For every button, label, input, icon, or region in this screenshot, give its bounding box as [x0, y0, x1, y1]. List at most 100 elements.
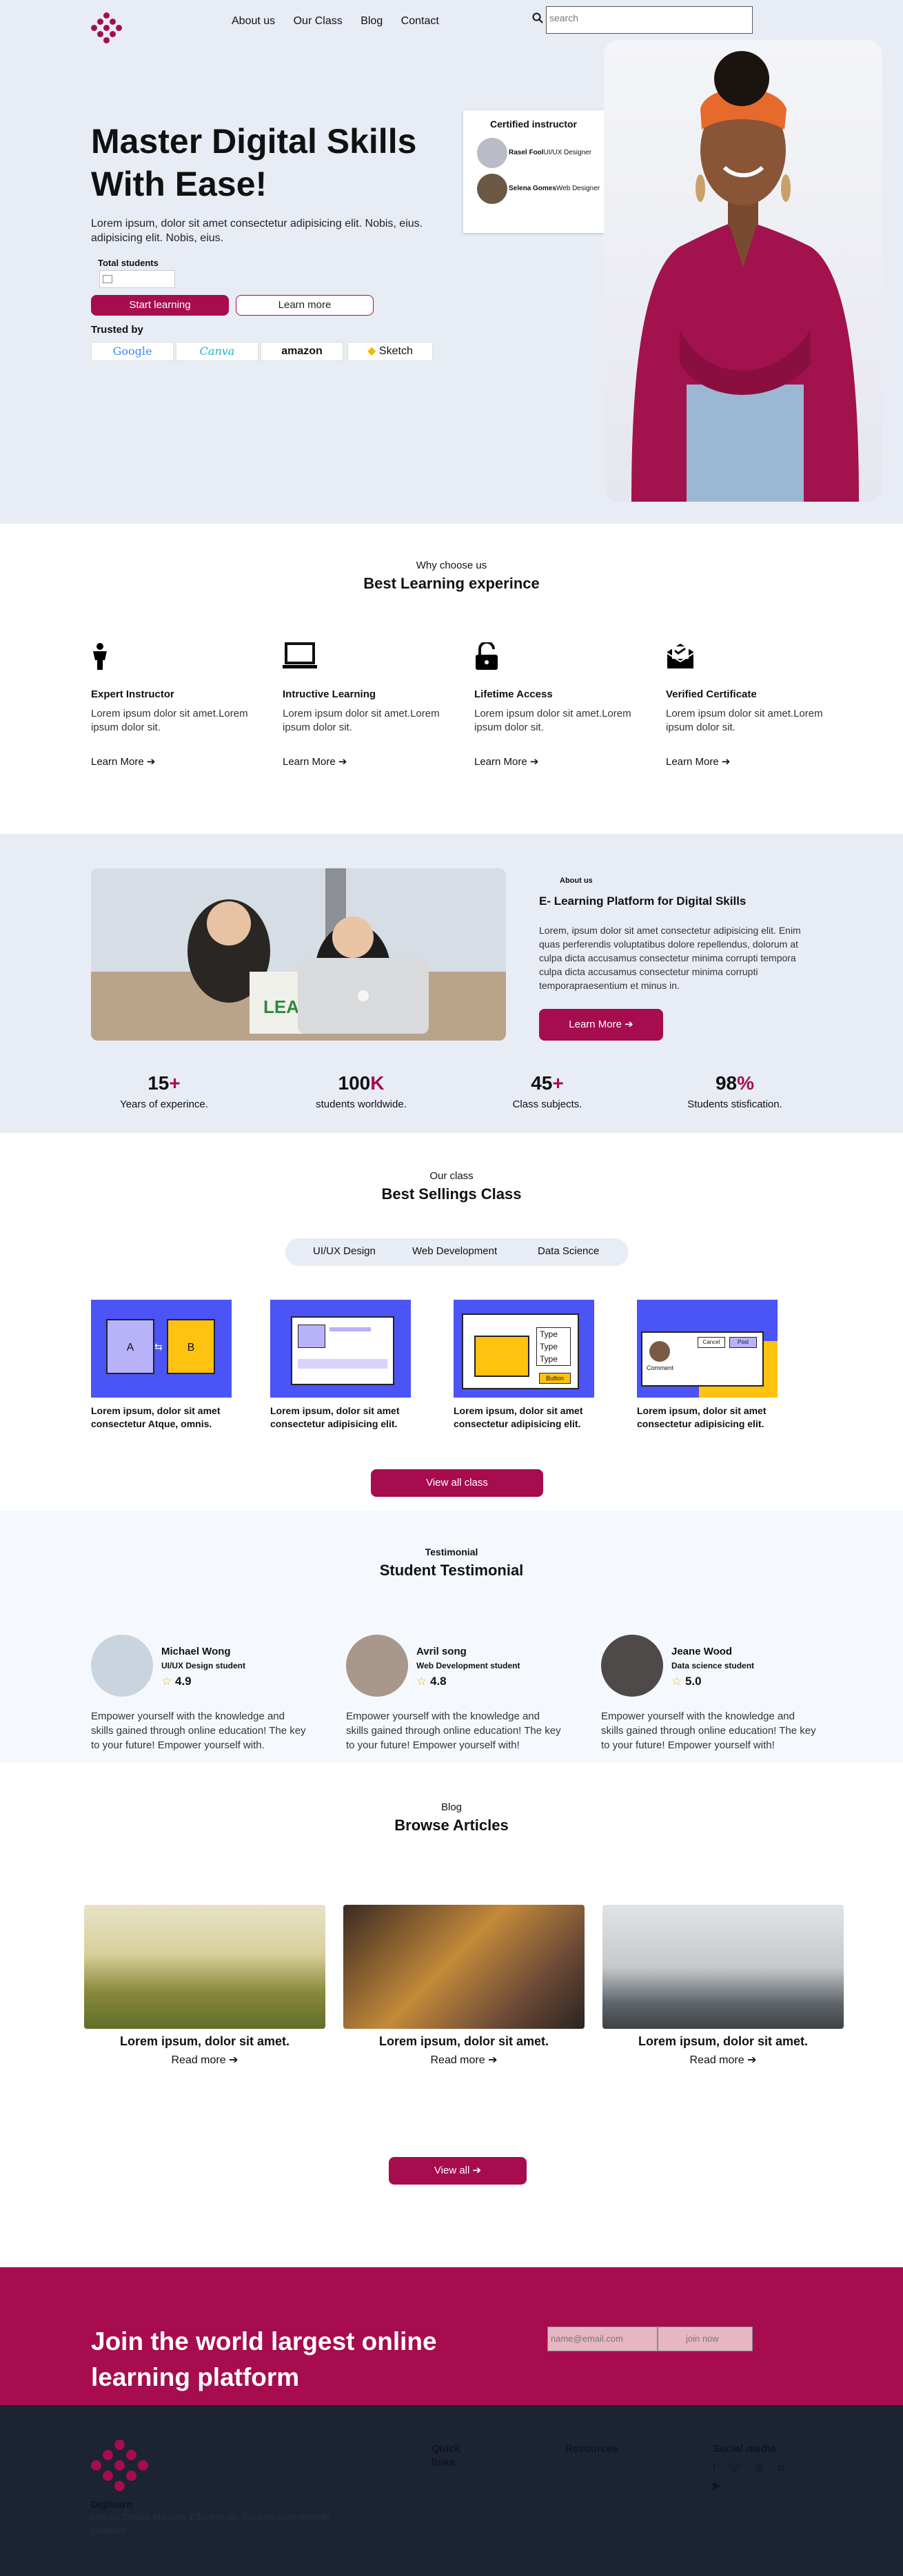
course-card[interactable]: A B ⇆ Lorem ipsum, dolor sit amet consec…: [91, 1300, 232, 1431]
footer-link-terms[interactable]: Terms & Conditions: [565, 2484, 641, 2511]
wireframe-window: Type Type Type Button: [462, 1313, 579, 1389]
feature-title: Expert Instructor: [91, 688, 174, 700]
feature-learn-more-link[interactable]: Learn More ➔: [666, 755, 831, 768]
google-logo: Google: [91, 342, 174, 361]
arrow-right-icon: ➔: [229, 2054, 239, 2066]
footer-link-blog[interactable]: Blog: [432, 2497, 480, 2511]
read-more-link[interactable]: Read more ➔: [602, 2053, 844, 2067]
button-label: View all: [434, 2165, 470, 2176]
linkedin-icon[interactable]: in: [778, 2462, 785, 2473]
students-avatars-placeholder: [99, 270, 175, 288]
learn-more-button[interactable]: Learn more: [236, 295, 374, 316]
feature-title: Verified Certificate: [666, 688, 757, 700]
course-card[interactable]: Comment Cancel Post Lorem ipsum, dolor s…: [637, 1300, 778, 1431]
nav-our-class[interactable]: Our Class: [294, 15, 343, 27]
why-title: Best Learning experince: [363, 575, 540, 592]
footer-tagline: Unlock Digital Mastery Effortlessly: Exp…: [91, 2511, 331, 2536]
tab-uiux[interactable]: UI/UX Design: [313, 1245, 376, 1257]
avatar: [649, 1341, 670, 1362]
stat-suffix: %: [737, 1072, 755, 1094]
view-all-class-button[interactable]: View all class: [371, 1469, 543, 1497]
testimonial-eyebrow: Testimonial: [425, 1546, 478, 1557]
course-thumbnail: Type Type Type Button: [454, 1300, 594, 1398]
avatar: [346, 1635, 408, 1697]
course-card[interactable]: Lorem ipsum, dolor sit amet consectetur …: [270, 1300, 411, 1431]
article-card[interactable]: Lorem ipsum, dolor sit amet. Read more ➔: [84, 1905, 325, 2067]
course-title: Lorem ipsum, dolor sit amet consectetur …: [454, 1405, 583, 1429]
stat-value: 15: [148, 1072, 170, 1094]
nav-contact[interactable]: Contact: [401, 15, 439, 27]
cta-title: Join the world largest online learning p…: [91, 2327, 437, 2391]
stat-value: 45: [531, 1072, 553, 1094]
star-icon: ☆: [416, 1675, 427, 1688]
article-image: [84, 1905, 325, 2029]
footer-link-privacy[interactable]: Privacy policy: [565, 2470, 641, 2484]
thumb-button: Button: [539, 1373, 571, 1384]
footer-link-contact[interactable]: Contact: [432, 2511, 480, 2525]
article-card[interactable]: Lorem ipsum, dolor sit amet. Read more ➔: [343, 1905, 585, 2067]
line-placeholder: [329, 1327, 371, 1331]
cancel-chip: Cancel: [698, 1337, 725, 1348]
feature-card: Intructive Learning Lorem ipsum dolor si…: [283, 642, 448, 768]
total-students-label: Total students: [98, 258, 159, 268]
rating: ☆ 5.0: [671, 1675, 702, 1688]
nav-blog[interactable]: Blog: [361, 15, 383, 27]
stat-label: Students stisfication.: [687, 1098, 782, 1110]
student-name: Jeane Wood: [671, 1646, 733, 1657]
start-learning-button[interactable]: Start learning: [91, 295, 229, 316]
amazon-logo: amazon: [261, 342, 343, 361]
search-icon[interactable]: [532, 12, 543, 27]
footer-link-our-class[interactable]: Our class: [432, 2484, 480, 2497]
nav-about[interactable]: About us: [232, 15, 275, 27]
laptop-icon: [283, 642, 317, 673]
certified-title: Certified instructor: [489, 119, 577, 130]
instructor-avatar: [477, 174, 507, 204]
resources-column: Resources Support Privacy policy Terms &…: [565, 2442, 641, 2511]
tab-data-science[interactable]: Data Science: [538, 1245, 599, 1257]
feature-text: Lorem ipsum dolor sit amet.Lorem ipsum d…: [283, 708, 440, 733]
tab-web-development[interactable]: Web Development: [412, 1245, 497, 1257]
link-label: Learn More: [666, 756, 719, 768]
article-title: Lorem ipsum, dolor sit amet.: [119, 2034, 290, 2048]
text-stack: Type Type Type: [536, 1327, 571, 1366]
stat-suffix: +: [552, 1072, 564, 1094]
search-input[interactable]: search: [546, 6, 753, 34]
read-more-link[interactable]: Read more ➔: [343, 2053, 585, 2067]
feature-learn-more-link[interactable]: Learn More ➔: [474, 755, 640, 768]
course-thumbnail: [270, 1300, 411, 1398]
type-label: Type: [540, 1342, 558, 1351]
instructor-role: UI/UX Designer: [543, 149, 592, 156]
facebook-icon[interactable]: f: [713, 2462, 716, 2473]
footer-link-support[interactable]: Support: [565, 2456, 641, 2470]
join-now-button[interactable]: join now: [658, 2327, 753, 2351]
read-more-link[interactable]: Read more ➔: [84, 2053, 325, 2067]
box-b: B: [167, 1319, 215, 1374]
stat-item: 100K students worldwide.: [278, 1072, 444, 1110]
arrow-right-icon: ➔: [625, 1019, 633, 1030]
footer-brand: Digilearn: [91, 2499, 132, 2510]
type-label: Type: [540, 1329, 558, 1339]
logo-icon[interactable]: [91, 12, 122, 43]
feature-learn-more-link[interactable]: Learn More ➔: [91, 755, 256, 768]
about-learn-more-button[interactable]: Learn More ➔: [539, 1009, 663, 1041]
article-card[interactable]: Lorem ipsum, dolor sit amet. Read more ➔: [602, 1905, 844, 2067]
image-placeholder-icon: [474, 1336, 529, 1377]
footer-link-about[interactable]: About us: [432, 2470, 480, 2484]
view-all-articles-button[interactable]: View all ➔: [389, 2157, 527, 2185]
comment-label: Comment: [647, 1364, 674, 1371]
cta-section: Join the world largest online learning p…: [0, 2267, 903, 2405]
link-label: Read more: [689, 2054, 744, 2066]
instagram-icon[interactable]: ◎: [755, 2462, 763, 2473]
rating: ☆ 4.9: [161, 1675, 192, 1688]
about-eyebrow: About us: [560, 877, 593, 885]
feature-learn-more-link[interactable]: Learn More ➔: [283, 755, 448, 768]
twitter-icon[interactable]: 🐦︎: [729, 2462, 742, 2473]
youtube-icon[interactable]: ▶: [713, 2478, 816, 2492]
footer-logo-icon[interactable]: [91, 2440, 150, 2491]
article-title: Lorem ipsum, dolor sit amet.: [638, 2034, 809, 2048]
email-input[interactable]: name@email.com: [547, 2327, 658, 2351]
course-card[interactable]: Type Type Type Button Lorem ipsum, dolor s…: [454, 1300, 594, 1431]
quick-links-column: Quick links About us Our class Blog Cont…: [432, 2442, 480, 2525]
certified-instructor-card: Certified instructor Rasel FoolUI/UX Des…: [463, 110, 604, 233]
student-name: Michael Wong: [161, 1646, 231, 1657]
